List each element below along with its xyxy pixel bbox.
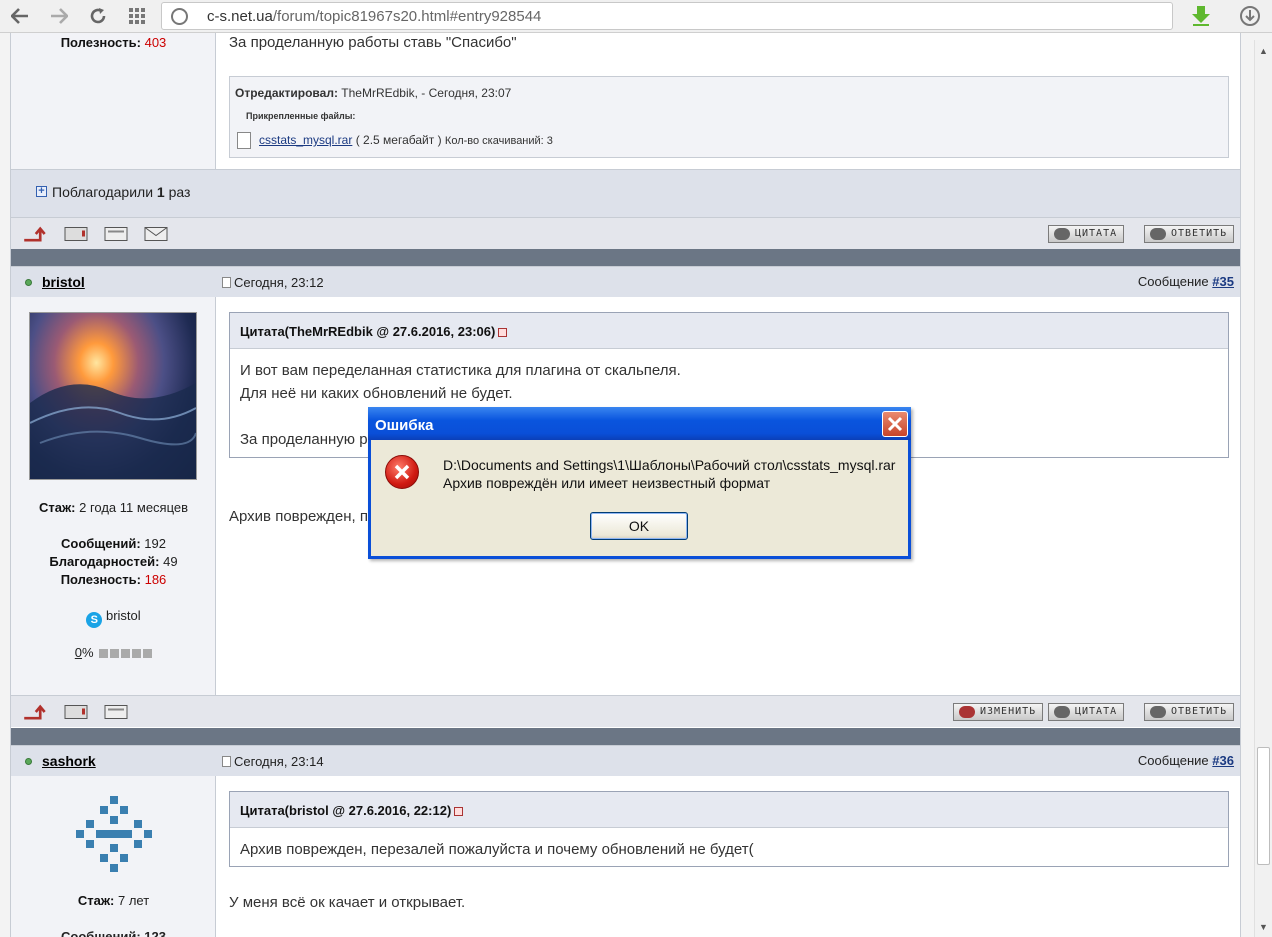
error-icon [385,455,419,489]
downloads-circle-icon[interactable] [1238,4,1262,28]
back-arrow-icon[interactable] [8,4,32,28]
go-top-arrow-icon[interactable] [22,704,46,720]
post35-rating: 0% [11,645,216,661]
post36-date: Сегодня, 23:14 [222,754,324,769]
edited-note: Отредактировал: TheMrREdbik, - Сегодня, … [235,86,512,100]
post35-thanks: Благодарностей: 49 [49,554,178,569]
address-bar[interactable]: c-s.net.ua/forum/topic81967s20.html#entr… [161,2,1173,30]
post35-date: Сегодня, 23:12 [222,275,324,290]
file-archive-icon [237,132,251,149]
post35-msg-number: Сообщение #35 [1137,274,1234,289]
prev-action-bar: ЦИТАТА ОТВЕТИТЬ [11,217,1240,249]
rating-blocks-icon [97,646,153,661]
browser-toolbar: c-s.net.ua/forum/topic81967s20.html#entr… [0,0,1272,33]
reply-button[interactable]: ОТВЕТИТЬ [1144,703,1235,721]
dialog-title-bar[interactable]: Ошибка [368,407,911,440]
pm-envelope-icon[interactable] [144,226,168,242]
post-doc-icon [222,277,231,288]
dialog-message: Архив повреждён или имеет неизвестный фо… [443,475,771,491]
post36-messages: Сообщений: 123 [61,929,166,937]
prev-usefulness: Полезность: 403 [60,35,167,50]
attachments-box: Отредактировал: TheMrREdbik, - Сегодня, … [229,76,1229,158]
post35-reply-text: Архив поврежден, п [229,508,369,525]
prev-post-text-tail: За проделанную работы ставь "Спасибо" [229,34,517,51]
skype-icon: S [86,612,103,628]
attachment-link[interactable]: csstats_mysql.rar [259,133,352,147]
post36-header: sashork Сегодня, 23:14 Сообщение #36 [11,745,1240,776]
go-top-arrow-icon[interactable] [22,226,46,242]
apps-grid-icon[interactable] [125,4,149,28]
attachment-line: csstats_mysql.rar ( 2.5 мегабайт ) Кол-в… [259,133,553,147]
post35-author-column: Стаж: 2 года 11 месяцев Сообщений: 192 Б… [11,297,216,695]
scroll-thumb[interactable] [1257,747,1270,865]
edit-button[interactable]: ИЗМЕНИТЬ [953,703,1044,721]
post35-usefulness: Полезность: 186 [60,572,167,587]
url-text: c-s.net.ua/forum/topic81967s20.html#entr… [207,8,542,25]
post-doc-icon [222,756,231,767]
profile-card-icon[interactable] [104,704,128,720]
post36-avatar [76,796,152,872]
quote-link-icon[interactable] [454,807,464,816]
reload-icon[interactable] [86,4,110,28]
post35-action-bar: ИЗМЕНИТЬ ЦИТАТА ОТВЕТИТЬ [11,695,1240,727]
post35-messages: Сообщений: 192 [61,536,166,551]
quote-button[interactable]: ЦИТАТА [1048,703,1125,721]
dialog-file-path: D:\Documents and Settings\1\Шаблоны\Рабо… [443,457,896,473]
close-icon [887,416,903,432]
prev-author-column: Полезность: 403 [11,33,216,169]
report-icon[interactable] [64,704,88,720]
post35-header: bristol Сегодня, 23:12 Сообщение #35 [11,266,1240,297]
thanks-bar: + Поблагодарили 1 раз [11,169,1240,217]
dialog-title: Ошибка [375,417,434,434]
site-info-icon[interactable] [171,8,188,25]
post35-avatar [29,312,197,480]
report-icon[interactable] [64,226,88,242]
quote-button[interactable]: ЦИТАТА [1048,225,1125,243]
post36-quote: Цитата(bristol @ 27.6.2016, 22:12) Архив… [229,791,1229,867]
post35-permalink[interactable]: #35 [1212,274,1234,289]
quote-link-icon[interactable] [498,328,508,337]
forward-arrow-icon[interactable] [47,4,71,28]
attached-files-label: Прикрепленные файлы: [246,111,356,121]
post-separator [11,249,1240,266]
error-dialog: Ошибка D:\Documents and Settings\1\Шабло… [368,407,911,559]
post36-permalink[interactable]: #36 [1212,753,1234,768]
scroll-up-icon[interactable]: ▲ [1255,42,1272,59]
post35-stage: Стаж: 2 года 11 месяцев [38,500,189,515]
post35-author-link[interactable]: bristol [42,274,85,290]
page-scrollbar[interactable]: ▲ ▼ [1254,40,1272,937]
post35-skype[interactable]: S bristol [11,608,216,628]
download-arrow-icon[interactable] [1189,4,1213,28]
post35-quote-header: Цитата(TheMrREdbik @ 27.6.2016, 23:06) [230,313,1228,349]
dialog-ok-button[interactable]: OK [590,512,688,540]
post36-msg-number: Сообщение #36 [1137,753,1234,768]
post36-quote-body: Архив поврежден, перезалей пожалуйста и … [240,841,754,858]
post-separator [11,728,1240,745]
scroll-down-icon[interactable]: ▼ [1255,918,1272,935]
dialog-close-button[interactable] [882,411,908,437]
thanks-text: Поблагодарили 1 раз [52,184,191,200]
online-status-icon [25,758,32,765]
online-status-icon [25,279,32,286]
expand-plus-icon[interactable]: + [36,186,47,197]
post36-author-link[interactable]: sashork [42,753,96,769]
post36-quote-header: Цитата(bristol @ 27.6.2016, 22:12) [230,792,1228,828]
post36-stage: Стаж: 7 лет [77,893,150,908]
reply-button[interactable]: ОТВЕТИТЬ [1144,225,1235,243]
post36-author-column: Стаж: 7 лет Сообщений: 123 [11,776,216,937]
profile-card-icon[interactable] [104,226,128,242]
post36-reply-text: У меня всё ок качает и открывает. [229,894,466,911]
